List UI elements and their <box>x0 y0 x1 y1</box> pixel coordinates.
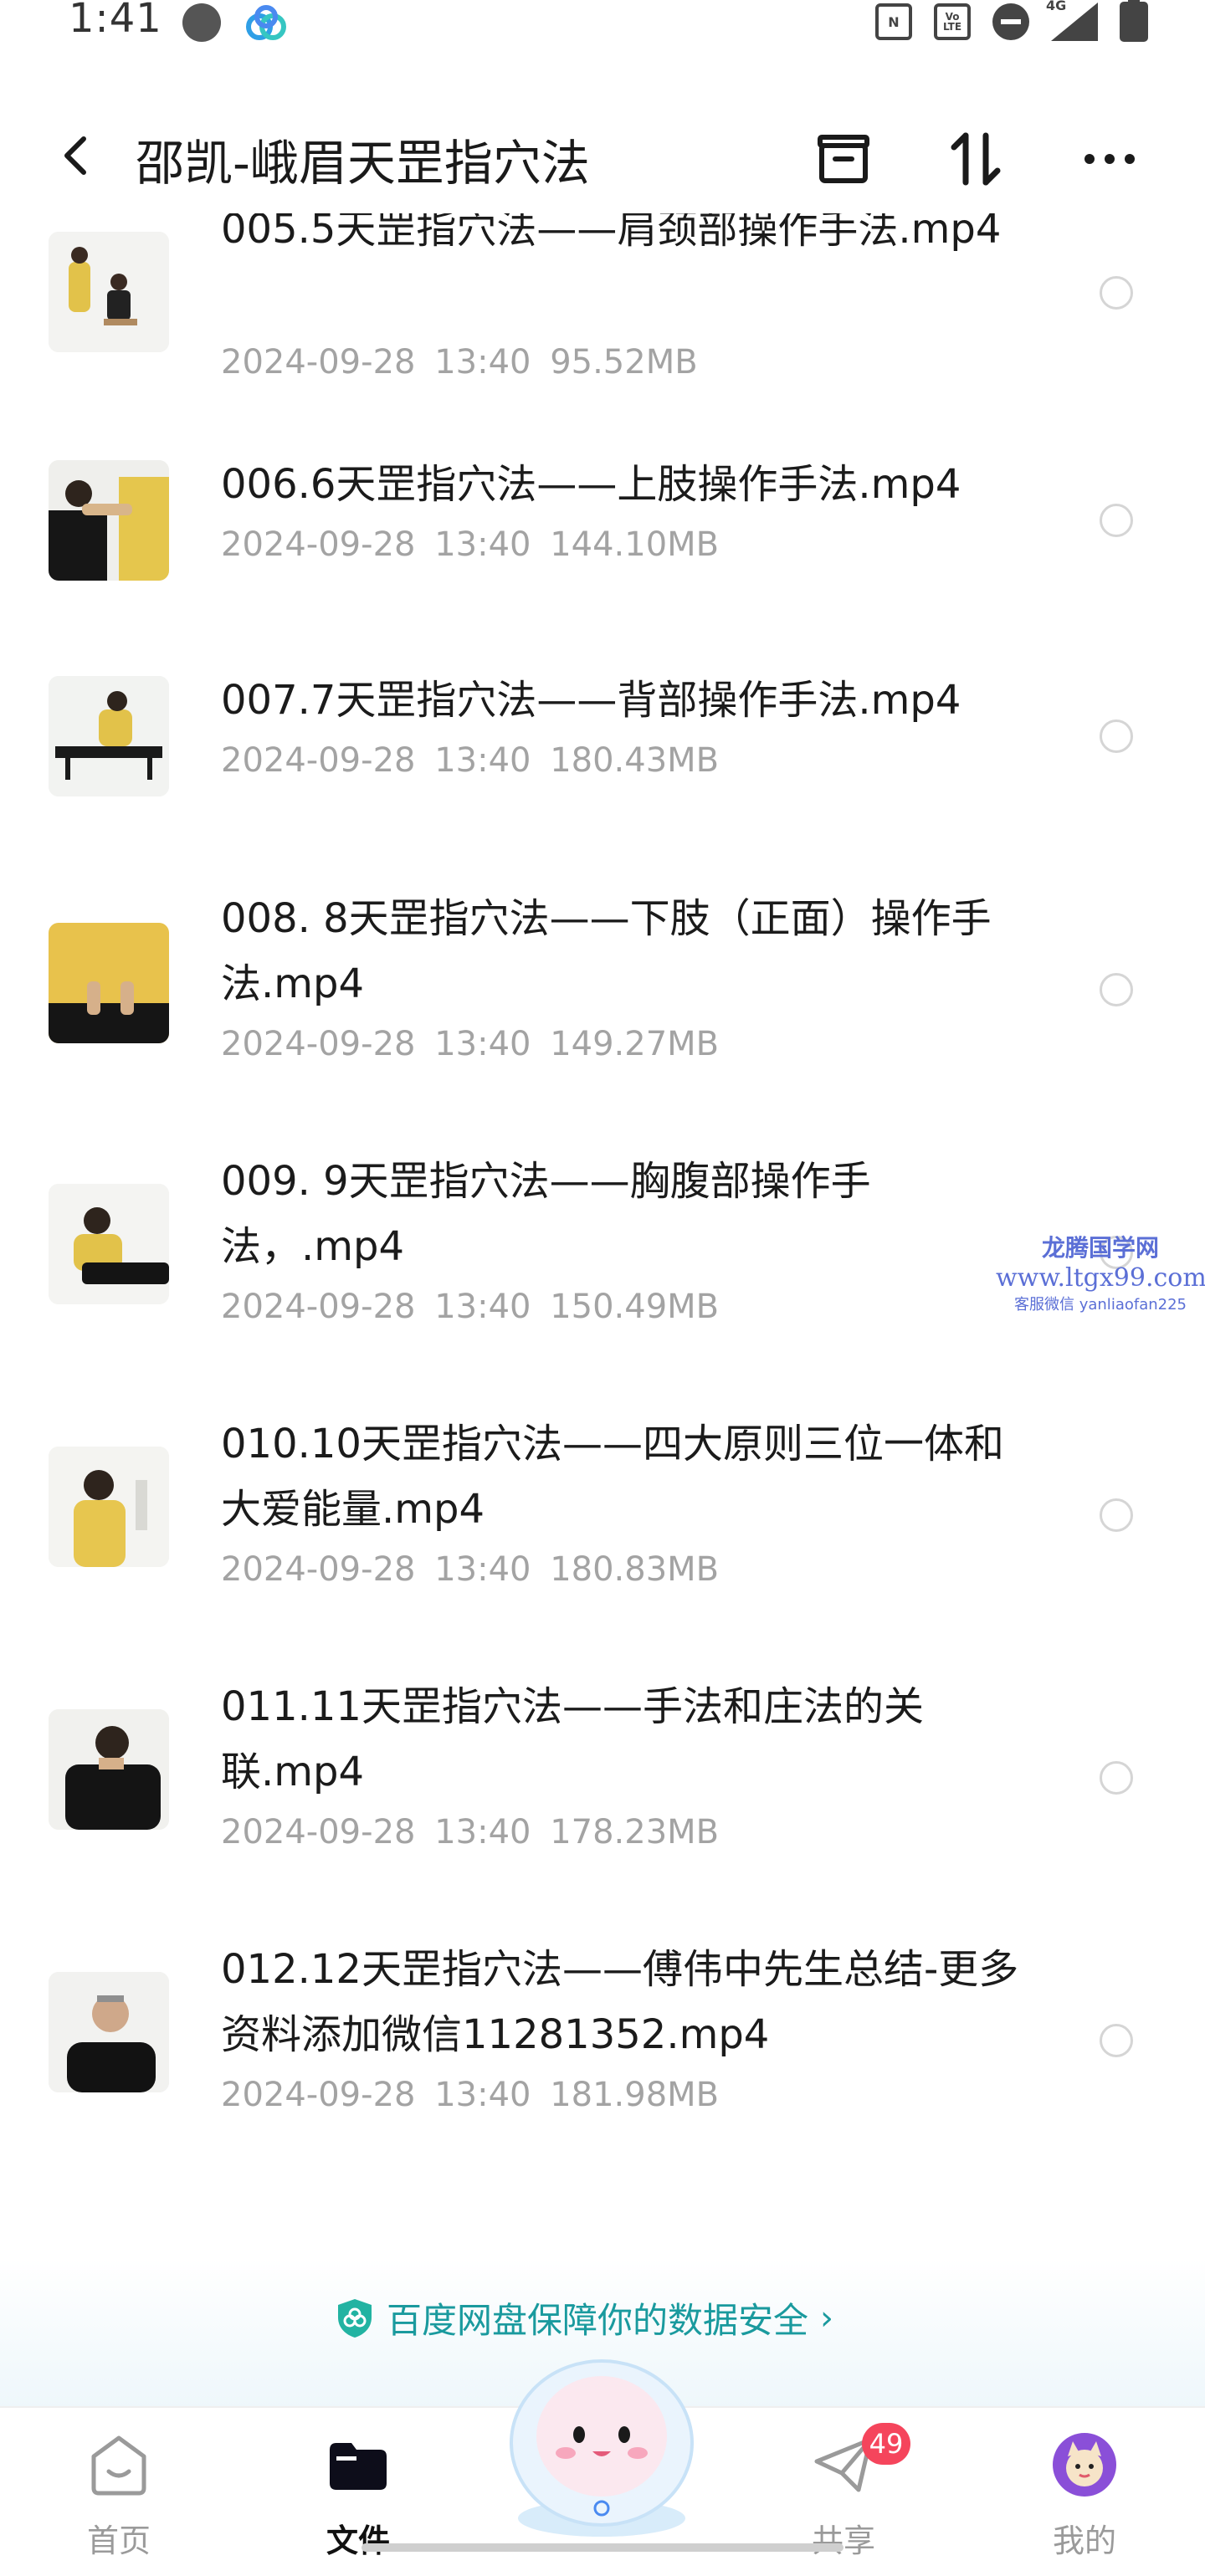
file-meta: 2024-09-28 13:40 149.27MB <box>221 1025 719 1063</box>
file-meta: 2024-09-28 13:40 180.43MB <box>221 741 719 780</box>
file-meta: 2024-09-28 13:40 150.49MB <box>221 1288 719 1326</box>
file-time: 13:40 <box>434 1025 531 1063</box>
avatar-icon <box>1053 2433 1116 2497</box>
dnd-icon <box>992 3 1029 40</box>
battery-icon <box>1120 0 1148 42</box>
video-thumbnail <box>49 1184 169 1304</box>
tab-label: 共享 <box>811 2522 875 2559</box>
file-name: 012.12天罡指穴法——傅伟中先生总结-更多资料添加微信11281352.mp… <box>221 1946 1019 2058</box>
tab-home[interactable]: 首页 <box>35 2425 203 2567</box>
file-size: 181.98MB <box>550 2076 720 2114</box>
file-date: 2024-09-28 <box>221 525 416 564</box>
file-time: 13:40 <box>434 1550 531 1589</box>
file-size: 95.52MB <box>550 343 698 382</box>
volte-icon: Vo LTE <box>934 3 971 40</box>
banner-content: 百度网盘保障你的数据安全 › <box>335 2292 833 2343</box>
home-indicator <box>362 2543 844 2552</box>
file-date: 2024-09-28 <box>221 1025 416 1063</box>
back-icon[interactable] <box>52 131 102 181</box>
watermark-title: 龙腾国学网 <box>1041 1234 1159 1262</box>
file-name: 007.7天罡指穴法——背部操作手法.mp4 <box>221 677 961 724</box>
select-radio[interactable] <box>1100 504 1133 537</box>
notification-dot-icon <box>182 3 221 42</box>
chevron-right-icon: › <box>820 2298 834 2338</box>
watermark-contact: 客服微信 yanliaofan225 <box>1014 1296 1187 1314</box>
tab-profile[interactable]: 我的 <box>1001 2425 1168 2567</box>
mascot-assistant-icon[interactable] <box>489 2343 715 2543</box>
select-radio[interactable] <box>1100 276 1133 310</box>
file-date: 2024-09-28 <box>221 343 416 382</box>
home-icon <box>91 2435 146 2496</box>
file-size: 150.49MB <box>550 1288 720 1326</box>
notification-badge: 49 <box>862 2423 910 2465</box>
status-time: 1:41 <box>69 0 162 42</box>
file-meta: 2024-09-28 13:40 180.83MB <box>221 1550 719 1589</box>
archive-icon[interactable] <box>810 125 877 192</box>
tab-label: 文件 <box>326 2522 390 2559</box>
baidu-cloud-icon <box>246 5 286 40</box>
watermark: 龙腾国学网 www.ltgx99.com 客服微信 yanliaofan225 <box>996 1230 1205 1314</box>
file-name: 011.11天罡指穴法——手法和庄法的关联.mp4 <box>221 1683 924 1795</box>
page-title: 邵凯-峨眉天罡指穴法 <box>136 135 590 192</box>
file-time: 13:40 <box>434 343 531 382</box>
video-thumbnail <box>49 1972 169 2092</box>
file-meta: 2024-09-28 13:40 181.98MB <box>221 2076 719 2114</box>
file-date: 2024-09-28 <box>221 1550 416 1589</box>
file-date: 2024-09-28 <box>221 1288 416 1326</box>
select-radio[interactable] <box>1100 2024 1133 2057</box>
file-time: 13:40 <box>434 741 531 780</box>
file-time: 13:40 <box>434 1288 531 1326</box>
more-icon[interactable] <box>1076 125 1143 192</box>
tab-label: 我的 <box>1052 2522 1116 2559</box>
select-radio[interactable] <box>1100 720 1133 753</box>
file-size: 180.43MB <box>550 741 720 780</box>
select-radio[interactable] <box>1100 973 1133 1006</box>
file-list: 005.5天罡指穴法——肩颈部操作手法.mp4 2024-09-28 13:40… <box>0 213 1205 2154</box>
video-thumbnail <box>49 232 169 352</box>
file-size: 180.83MB <box>550 1550 720 1589</box>
file-name: 010.10天罡指穴法——四大原则三位一体和大爱能量.mp4 <box>221 1421 1004 1533</box>
shield-icon <box>338 2298 372 2338</box>
folder-icon <box>330 2443 387 2490</box>
network-type: 4G <box>1046 0 1067 13</box>
sort-icon[interactable] <box>944 125 1011 192</box>
select-radio[interactable] <box>1100 1761 1133 1795</box>
tab-label: 首页 <box>86 2522 151 2559</box>
file-size: 149.27MB <box>550 1025 720 1063</box>
file-name: 005.5天罡指穴法——肩颈部操作手法.mp4 <box>221 213 1002 253</box>
file-date: 2024-09-28 <box>221 741 416 780</box>
file-size: 144.10MB <box>550 525 720 564</box>
status-icons: N Vo LTE 4G <box>875 0 1148 42</box>
video-thumbnail <box>49 1447 169 1567</box>
file-time: 13:40 <box>434 1813 531 1851</box>
file-name: 009. 9天罡指穴法——胸腹部操作手法，.mp4 <box>221 1158 871 1270</box>
file-time: 13:40 <box>434 525 531 564</box>
file-meta: 2024-09-28 13:40 95.52MB <box>221 343 698 382</box>
file-date: 2024-09-28 <box>221 2076 416 2114</box>
file-meta: 2024-09-28 13:40 178.23MB <box>221 1813 719 1851</box>
file-name: 008. 8天罡指穴法——下肢（正面）操作手法.mp4 <box>221 895 992 1007</box>
nfc-icon: N <box>875 3 912 40</box>
video-thumbnail <box>49 676 169 796</box>
status-bar: 1:41 N Vo LTE 4G <box>0 0 1205 50</box>
watermark-url: www.ltgx99.com <box>996 1263 1205 1293</box>
signal-icon: 4G <box>1046 0 1098 41</box>
video-thumbnail <box>49 1709 169 1830</box>
video-thumbnail <box>49 923 169 1043</box>
banner-text: 百度网盘保障你的数据安全 <box>387 2300 809 2341</box>
video-thumbnail <box>49 460 169 581</box>
file-name: 006.6天罡指穴法——上肢操作手法.mp4 <box>221 461 961 508</box>
file-size: 178.23MB <box>550 1813 720 1851</box>
file-time: 13:40 <box>434 2076 531 2114</box>
file-date: 2024-09-28 <box>221 1813 416 1851</box>
file-meta: 2024-09-28 13:40 144.10MB <box>221 525 719 564</box>
select-radio[interactable] <box>1100 1498 1133 1532</box>
nav-header: 邵凯-峨眉天罡指穴法 <box>0 109 1205 201</box>
